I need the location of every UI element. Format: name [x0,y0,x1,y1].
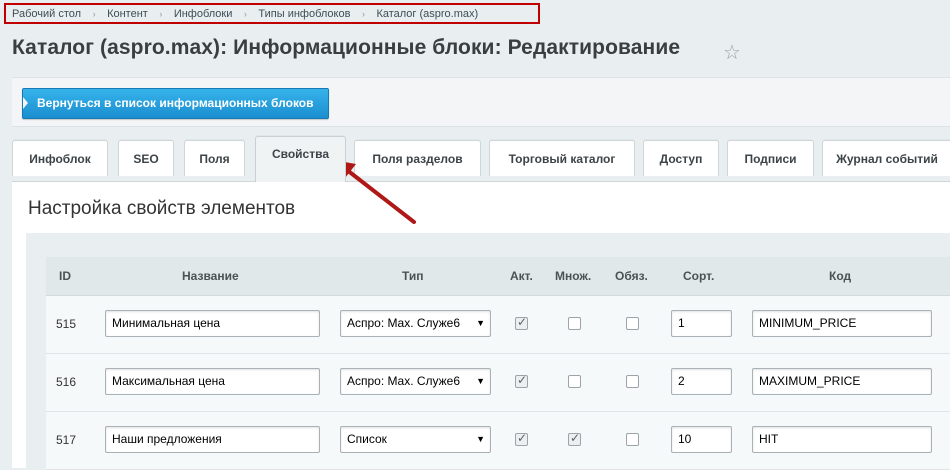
back-to-list-label: Вернуться в список информационных блоков [37,96,314,110]
tab-access[interactable]: Доступ [643,140,719,176]
row-id: 517 [56,433,77,447]
type-select[interactable]: Аспро: Max. Служе6 ▼ [340,310,491,337]
table-row: 516 Максимальная цена Аспро: Max. Служе6… [46,354,950,412]
checkmark-icon: ✓ [517,373,528,387]
tab-bar: Инфоблок SEO Поля Свойства Поля разделов… [12,136,950,182]
sort-input[interactable]: 10 [671,426,732,453]
tab-event-log[interactable]: Журнал событий [822,140,950,176]
breadcrumb-item-desktop[interactable]: Рабочий стол [12,8,81,20]
table-row: 517 Наши предложения Список ▼ ✓ ✓ 10 HIT [46,412,950,470]
breadcrumb-separator-icon: › [92,8,96,19]
back-notch-icon [23,97,28,109]
checkmark-icon: ✓ [517,431,528,445]
column-header-sort: Сорт. [683,269,715,283]
tab-captions[interactable]: Подписи [727,140,814,176]
section-title: Настройка свойств элементов [28,198,296,219]
code-input[interactable]: MINIMUM_PRICE [752,310,932,337]
column-header-code: Код [829,269,852,283]
breadcrumb-separator-icon: › [361,8,365,19]
column-header-type: Тип [402,269,424,283]
breadcrumb-item-content[interactable]: Контент [107,8,148,20]
breadcrumb: Рабочий стол › Контент › Инфоблоки › Тип… [4,3,540,24]
code-input[interactable]: MAXIMUM_PRICE [752,368,932,395]
select-arrow-icon: ▼ [476,318,485,328]
code-input[interactable]: HIT [752,426,932,453]
select-arrow-icon: ▼ [476,376,485,386]
breadcrumb-separator-icon: › [243,8,247,19]
multiple-checkbox[interactable] [568,375,581,388]
required-checkbox[interactable] [626,375,639,388]
content-panel: Настройка свойств элементов ID Название … [12,181,950,470]
type-select[interactable]: Аспро: Max. Служе6 ▼ [340,368,491,395]
breadcrumb-item-infoblock-types[interactable]: Типы инфоблоков [258,8,350,20]
name-input[interactable]: Наши предложения [105,426,320,453]
column-header-active: Акт. [510,269,533,283]
tab-fields[interactable]: Поля [184,140,245,176]
sort-input[interactable]: 2 [671,368,732,395]
tab-properties[interactable]: Свойства [255,136,346,182]
table-row: 515 Минимальная цена Аспро: Max. Служе6 … [46,296,950,354]
active-checkbox[interactable]: ✓ [515,431,528,446]
required-checkbox[interactable] [626,317,639,330]
type-select[interactable]: Список ▼ [340,426,491,453]
required-checkbox[interactable] [626,433,639,446]
favorite-star-icon[interactable]: ☆ [723,40,741,65]
multiple-checkbox[interactable] [568,317,581,330]
checkmark-icon: ✓ [570,431,581,445]
tab-trade-catalog[interactable]: Торговый каталог [489,140,635,176]
column-header-name: Название [182,269,239,283]
column-header-required: Обяз. [615,269,648,283]
row-id: 516 [56,375,77,389]
row-id: 515 [56,317,77,331]
checkmark-icon: ✓ [517,315,528,329]
tab-seo[interactable]: SEO [118,140,174,176]
multiple-checkbox[interactable]: ✓ [568,431,581,446]
breadcrumb-item-catalog[interactable]: Каталог (aspro.max) [376,8,478,20]
column-header-multiple: Множ. [555,269,592,283]
name-input[interactable]: Максимальная цена [105,368,320,395]
active-checkbox[interactable]: ✓ [515,373,528,388]
type-select-value: Аспро: Max. Служе6 [347,374,461,388]
name-input[interactable]: Минимальная цена [105,310,320,337]
tab-infoblock[interactable]: Инфоблок [12,140,108,176]
breadcrumb-item-infoblocks[interactable]: Инфоблоки [174,8,233,20]
table-header: ID Название Тип Акт. Множ. Обяз. Сорт. К… [46,257,950,296]
select-arrow-icon: ▼ [476,434,485,444]
breadcrumb-separator-icon: › [159,8,163,19]
toolbar: Вернуться в список информационных блоков [12,77,950,127]
active-checkbox[interactable]: ✓ [515,315,528,330]
type-select-value: Аспро: Max. Служе6 [347,316,461,330]
properties-table: ID Название Тип Акт. Множ. Обяз. Сорт. К… [26,233,950,470]
tab-section-fields[interactable]: Поля разделов [354,140,481,176]
page-title: Каталог (aspro.max): Информационные блок… [12,36,681,59]
type-select-value: Список [347,432,387,446]
back-to-list-button[interactable]: Вернуться в список информационных блоков [22,88,329,119]
sort-input[interactable]: 1 [671,310,732,337]
column-header-id: ID [59,269,71,283]
